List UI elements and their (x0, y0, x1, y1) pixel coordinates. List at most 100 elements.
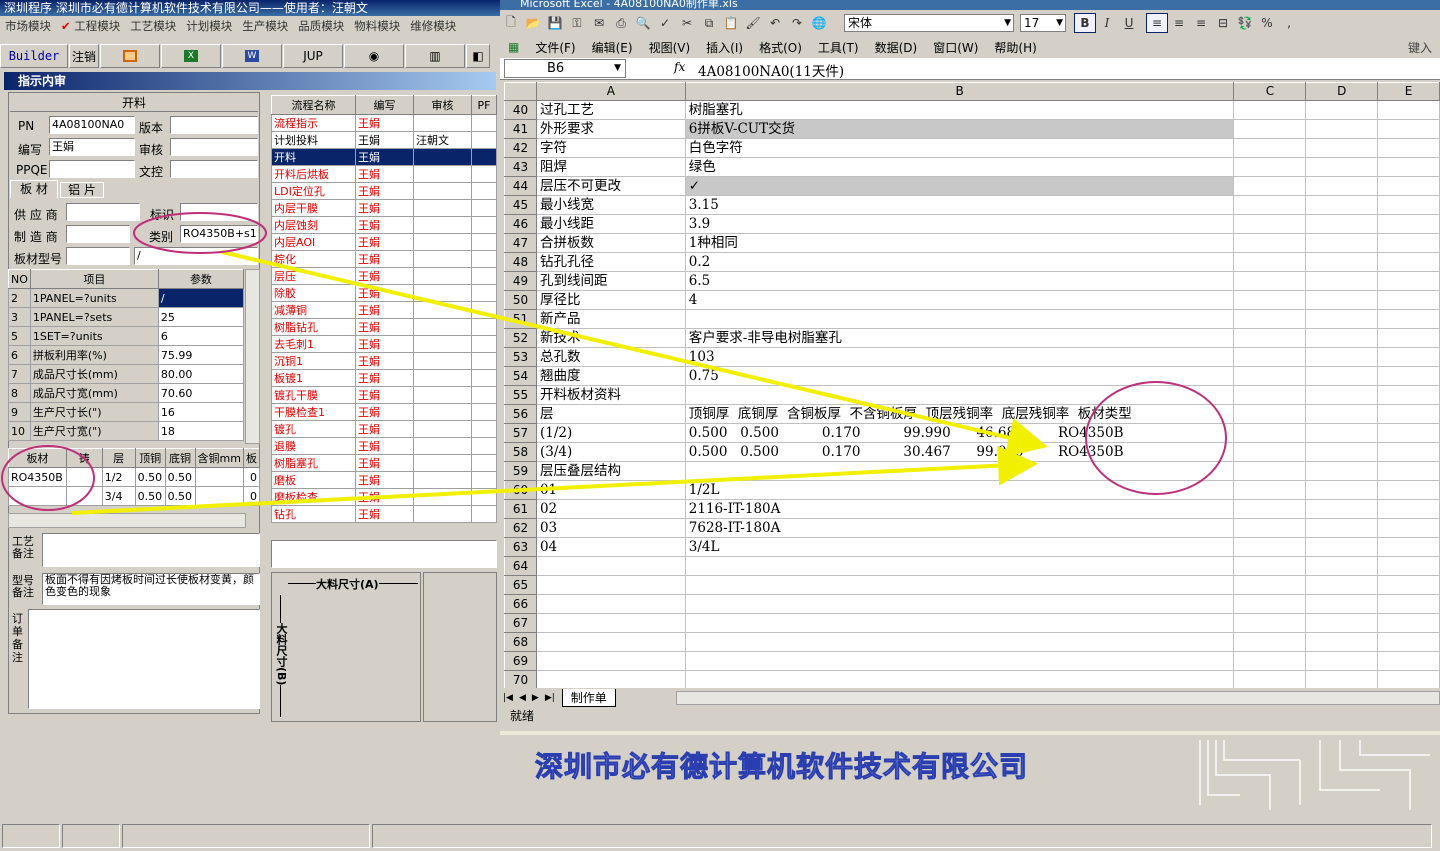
sheet-row[interactable]: 65 (504, 575, 1440, 595)
cell-a[interactable] (535, 651, 686, 671)
cell-a[interactable]: 孔到线间距 (535, 271, 686, 291)
cell-b[interactable] (684, 670, 1235, 688)
cell-a[interactable]: 厚径比 (535, 290, 686, 310)
row-header[interactable]: 57 (504, 423, 537, 443)
column-header-a[interactable]: A (535, 82, 686, 101)
cell-empty[interactable] (1233, 442, 1307, 462)
cell-b[interactable]: 树脂塞孔 (684, 100, 1235, 120)
table-row[interactable]: 钻孔 王娟 (271, 505, 497, 523)
cell-empty[interactable] (1305, 176, 1379, 196)
menu-tools[interactable]: 工具(T) (810, 39, 867, 56)
cell-empty[interactable] (1233, 309, 1307, 329)
comma-icon[interactable]: , (1278, 13, 1300, 33)
row-header[interactable]: 69 (504, 651, 537, 671)
row-header[interactable]: 63 (504, 537, 537, 557)
permission-icon[interactable]: ⚿ (566, 13, 588, 33)
table-row[interactable]: 内层AOI 王娟 (271, 233, 497, 251)
jup-button[interactable]: JUP (283, 44, 343, 68)
hyperlink-icon[interactable]: 🌐 (808, 13, 830, 33)
cell-a[interactable]: 层 (535, 404, 686, 424)
cell-empty[interactable] (1233, 271, 1307, 291)
cell-a[interactable]: 钻孔孔径 (535, 252, 686, 272)
menu-insert[interactable]: 插入(I) (698, 39, 751, 56)
sheet-row[interactable]: 47 合拼板数 1种相同 (504, 233, 1440, 253)
row-header[interactable]: 42 (504, 138, 537, 158)
table-row[interactable]: 沉铜1 王娟 (271, 352, 497, 370)
cell-a[interactable]: 层压不可更改 (535, 176, 686, 196)
table-row[interactable]: 8 成品尺寸宽(mm) 70.60 (8, 383, 245, 403)
table-row[interactable]: 去毛刺1 王娟 (271, 335, 497, 353)
cell-empty[interactable] (1377, 556, 1440, 576)
cell-empty[interactable] (1233, 157, 1307, 177)
row-header[interactable]: 66 (504, 594, 537, 614)
row-header[interactable]: 44 (504, 176, 537, 196)
row-header[interactable]: 41 (504, 119, 537, 139)
table-row[interactable]: 内层干膜 王娟 (271, 199, 497, 217)
table-row[interactable]: 棕化 王娟 (271, 250, 497, 268)
cell-empty[interactable] (1233, 556, 1307, 576)
cell-empty[interactable] (1233, 138, 1307, 158)
table-row[interactable]: RO4350B 1/2 0.50 0.50 0 (8, 467, 260, 487)
cell-b[interactable]: 顶铜厚 底铜厚 含铜板厚 不含铜板厚 顶层残铜率 底层残铜率 板材类型 (684, 404, 1235, 424)
cell-empty[interactable] (1377, 404, 1440, 424)
column-header-e[interactable]: E (1377, 82, 1440, 101)
cell-empty[interactable] (1305, 575, 1379, 595)
cell-empty[interactable] (1377, 138, 1440, 158)
cell-b[interactable]: 1种相同 (684, 233, 1235, 253)
percent-button[interactable]: % (1256, 13, 1278, 33)
name-box[interactable]: B6 ▼ (504, 59, 626, 78)
column-header-d[interactable]: D (1305, 82, 1379, 101)
row-header[interactable]: 68 (504, 632, 537, 652)
copy-icon[interactable]: ⧉ (698, 13, 720, 33)
cell-empty[interactable] (1305, 366, 1379, 386)
table-row[interactable]: 开料 王娟 (271, 148, 497, 166)
cell-empty[interactable] (1305, 461, 1379, 481)
cell-empty[interactable] (1377, 461, 1440, 481)
row-header[interactable]: 56 (504, 404, 537, 424)
cell-b[interactable] (684, 594, 1235, 614)
cell-empty[interactable] (1233, 252, 1307, 272)
table-row[interactable]: 退膜 王娟 (271, 437, 497, 455)
menu-maintenance[interactable]: 维修模块 (405, 16, 461, 36)
cell-b[interactable] (684, 461, 1235, 481)
cell-a[interactable]: 合拼板数 (535, 233, 686, 253)
sheet-row[interactable]: 68 (504, 632, 1440, 652)
cell-empty[interactable] (1377, 423, 1440, 443)
row-header[interactable]: 50 (504, 290, 537, 310)
format-painter-icon[interactable]: 🖌 (742, 13, 764, 33)
sheet-row[interactable]: 44 层压不可更改 ✓ (504, 176, 1440, 196)
table-row[interactable]: 镀孔 王娟 (271, 420, 497, 438)
cell-empty[interactable] (1233, 214, 1307, 234)
cell-a[interactable]: 开料板材资料 (535, 385, 686, 405)
params-scrollbar[interactable] (245, 269, 260, 444)
cell-empty[interactable] (1377, 252, 1440, 272)
sheet-row[interactable]: 52 新技术 客户要求-非导电树脂塞孔 (504, 328, 1440, 348)
review-field[interactable] (170, 138, 258, 156)
cell-empty[interactable] (1305, 271, 1379, 291)
cell-empty[interactable] (1377, 518, 1440, 538)
sheet-row[interactable]: 56 层顶铜厚 底铜厚 含铜板厚 不含铜板厚 顶层残铜率 底层残铜率 板材类型 (504, 404, 1440, 424)
menu-data[interactable]: 数据(D) (867, 39, 926, 56)
cell-empty[interactable] (1305, 252, 1379, 272)
row-header[interactable]: 46 (504, 214, 537, 234)
cell-empty[interactable] (1377, 157, 1440, 177)
new-icon[interactable]: 🗋 (500, 13, 522, 33)
cell-empty[interactable] (1305, 195, 1379, 215)
cell-empty[interactable] (1233, 670, 1307, 688)
maker-field[interactable] (66, 225, 130, 243)
row-header[interactable]: 59 (504, 461, 537, 481)
row-header[interactable]: 54 (504, 366, 537, 386)
menu-engineering[interactable]: ✔ 工程模块 (56, 16, 125, 36)
cell-empty[interactable] (1233, 404, 1307, 424)
cell-empty[interactable] (1305, 651, 1379, 671)
cell-a[interactable] (535, 613, 686, 633)
spell-icon[interactable]: ✓ (654, 13, 676, 33)
cell-empty[interactable] (1377, 537, 1440, 557)
sheet-row[interactable]: 64 (504, 556, 1440, 576)
cell-empty[interactable] (1377, 347, 1440, 367)
cell-empty[interactable] (1377, 480, 1440, 500)
sheet-row[interactable]: 63 04 3/4L (504, 537, 1440, 557)
cell-a[interactable]: 02 (535, 499, 686, 519)
cell-empty[interactable] (1305, 594, 1379, 614)
sheet-row[interactable]: 42 字符 白色字符 (504, 138, 1440, 158)
